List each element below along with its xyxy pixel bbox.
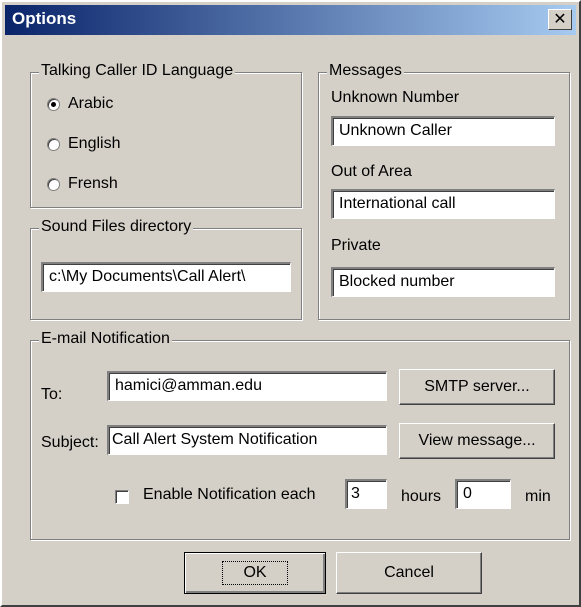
out-of-area-input[interactable]: International call — [331, 189, 555, 219]
close-icon: ✕ — [553, 10, 567, 28]
sound-files-group: Sound Files directory c:\My Documents\Ca… — [30, 218, 302, 320]
cancel-button[interactable]: Cancel — [336, 552, 482, 594]
sound-directory-input[interactable]: c:\My Documents\Call Alert\ — [41, 262, 291, 292]
subject-input[interactable]: Call Alert System Notification — [107, 425, 387, 455]
messages-group-legend: Messages — [327, 62, 404, 80]
radio-frensh-label: Frensh — [68, 175, 118, 192]
language-group: Talking Caller ID Language Arabic Englis… — [30, 62, 302, 208]
hours-label: hours — [401, 488, 442, 505]
to-input[interactable]: hamici@amman.edu — [107, 371, 387, 401]
view-message-button-label: View message... — [418, 432, 536, 449]
radio-unselected-icon[interactable] — [47, 177, 60, 191]
radio-arabic-label: Arabic — [68, 95, 114, 112]
radio-frensh[interactable]: Frensh — [47, 175, 118, 193]
private-input[interactable]: Blocked number — [331, 267, 555, 297]
window-title: Options — [12, 9, 77, 28]
ok-button-label: OK — [222, 561, 288, 585]
options-dialog: Options ✕ Talking Caller ID Language Ara… — [0, 0, 581, 607]
smtp-server-button[interactable]: SMTP server... — [399, 369, 555, 405]
ok-button[interactable]: OK — [184, 552, 326, 594]
messages-group: Messages Unknown Number Unknown Caller O… — [318, 62, 570, 320]
out-of-area-label: Out of Area — [331, 163, 412, 180]
private-label: Private — [331, 237, 381, 254]
view-message-button[interactable]: View message... — [399, 423, 555, 459]
radio-selected-icon[interactable] — [47, 97, 60, 111]
to-label: To: — [41, 386, 63, 403]
enable-notification-checkbox[interactable] — [115, 490, 129, 504]
min-label: min — [525, 488, 551, 505]
email-notification-group: E-mail Notification To: hamici@amman.edu… — [30, 330, 570, 540]
close-button[interactable]: ✕ — [548, 9, 572, 30]
cancel-button-label: Cancel — [384, 564, 434, 581]
radio-english[interactable]: English — [47, 135, 120, 153]
hours-input[interactable]: 3 — [345, 479, 387, 509]
sound-files-group-legend: Sound Files directory — [39, 218, 194, 236]
unknown-number-label: Unknown Number — [331, 89, 460, 106]
subject-label: Subject: — [41, 434, 99, 451]
radio-english-label: English — [68, 135, 121, 152]
title-bar[interactable]: Options ✕ — [5, 5, 576, 35]
radio-arabic[interactable]: Arabic — [47, 95, 113, 113]
enable-notification-label: Enable Notification each — [143, 486, 316, 503]
min-input[interactable]: 0 — [455, 479, 511, 509]
language-group-legend: Talking Caller ID Language — [39, 62, 236, 80]
smtp-server-button-label: SMTP server... — [424, 378, 530, 395]
radio-unselected-icon[interactable] — [47, 137, 60, 151]
unknown-number-input[interactable]: Unknown Caller — [331, 116, 555, 146]
email-group-legend: E-mail Notification — [39, 330, 172, 348]
